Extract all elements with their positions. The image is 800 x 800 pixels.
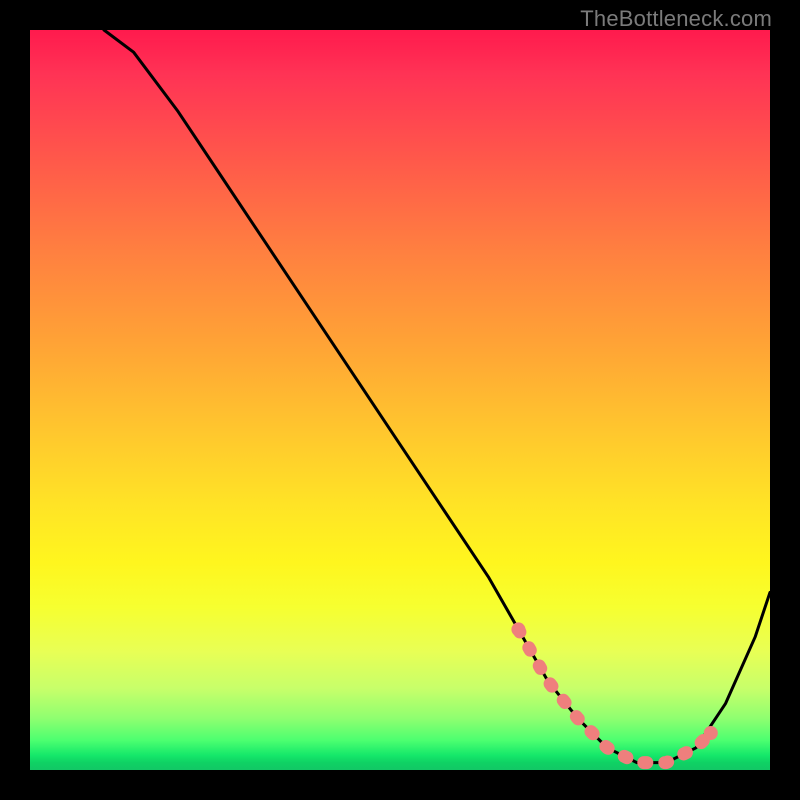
chart-frame: TheBottleneck.com — [0, 0, 800, 800]
highlight-segment — [511, 622, 717, 762]
plot-area — [30, 30, 770, 770]
bottleneck-curve — [104, 30, 770, 763]
watermark-text: TheBottleneck.com — [580, 6, 772, 32]
curve-layer — [30, 30, 770, 770]
